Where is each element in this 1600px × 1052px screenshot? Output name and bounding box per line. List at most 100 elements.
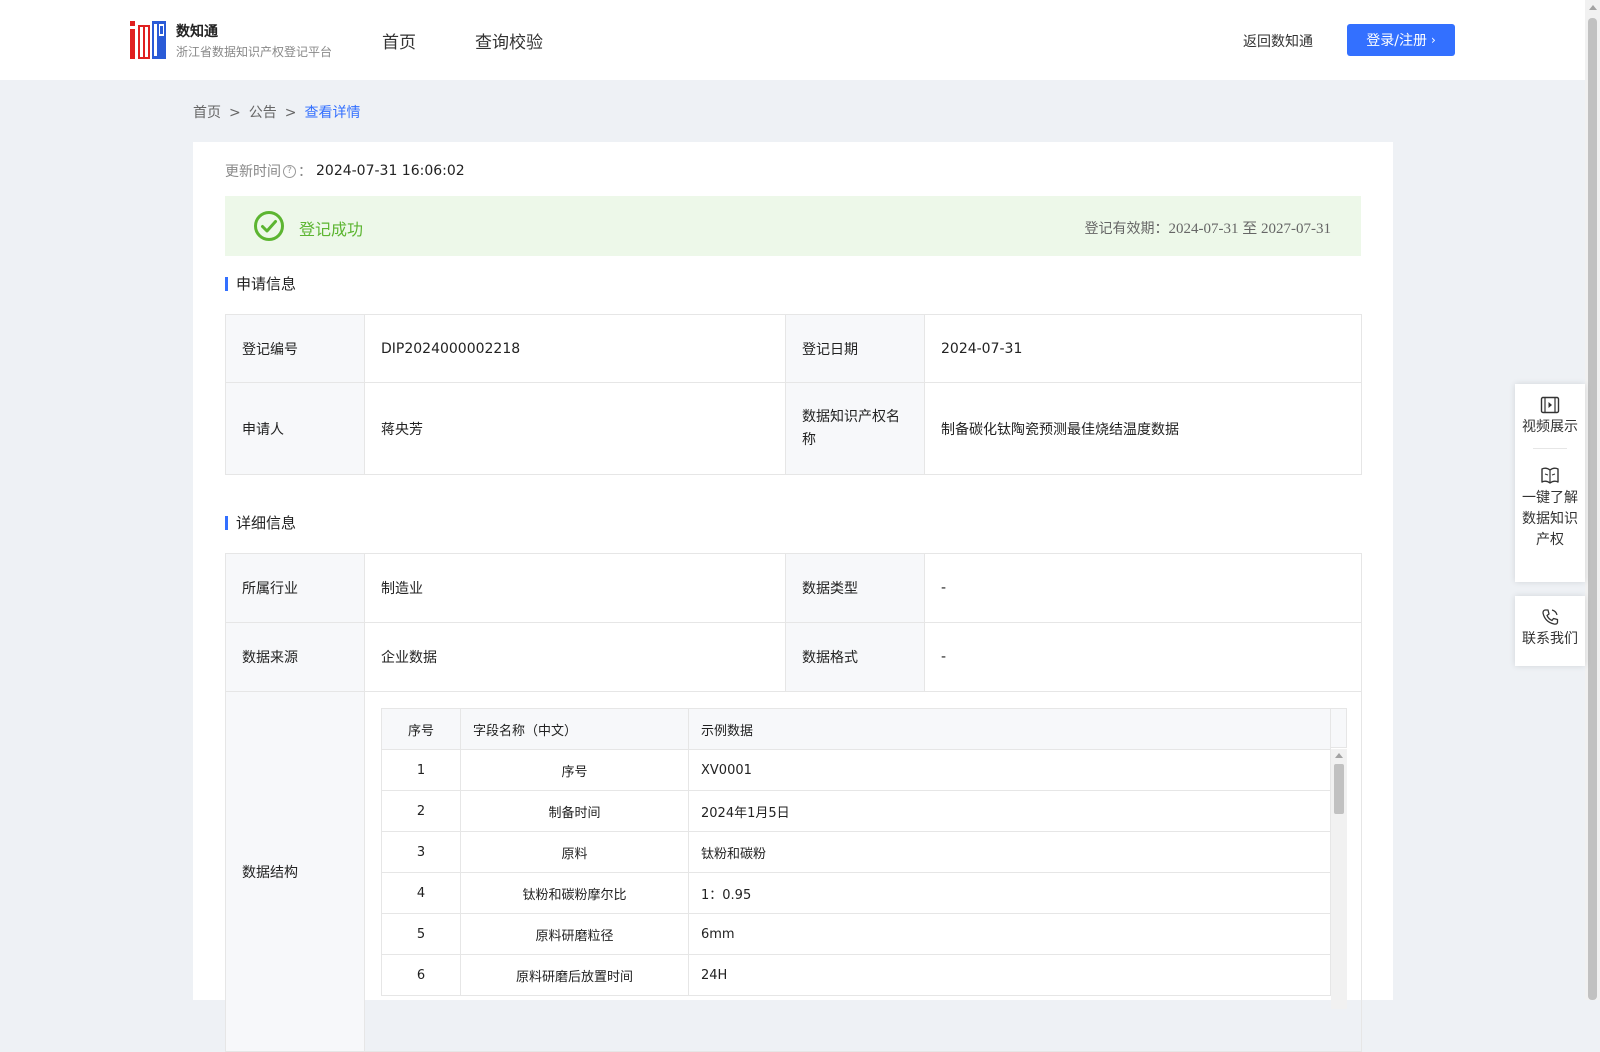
table-cell: 制备时间	[460, 790, 689, 832]
login-register-label: 登录/注册	[1366, 33, 1427, 49]
update-time-label: 更新时间	[225, 164, 281, 180]
video-showcase-label: 视频展示	[1522, 419, 1578, 435]
table-cell: 24H	[688, 954, 1331, 996]
learn-ip-button[interactable]: 一键了解数据知识产权	[1515, 449, 1585, 551]
field-label: 数据知识产权名称	[785, 382, 925, 475]
detail-card: 更新时间 ? ： 2024-07-31 16:06:02 登记成功 登记有效期：…	[193, 142, 1393, 1052]
scrollbar-thumb[interactable]	[1588, 18, 1597, 1000]
field-label: 数据结构	[225, 691, 365, 1052]
table-row: 数据结构 序号 字段名称（中文） 示例数据 1 序号 XV0001 2 制备时间…	[225, 691, 1362, 1052]
validity-period: 登记有效期：2024-07-31 至 2027-07-31	[1085, 217, 1331, 238]
scroll-up-arrow-icon[interactable]	[1589, 5, 1597, 10]
table-row: 1 序号 XV0001	[381, 749, 1331, 791]
table-cell: 5	[381, 913, 461, 955]
table-row: 所属行业 制造业 数据类型 -	[225, 553, 1362, 623]
field-value: -	[924, 553, 1362, 623]
field-label: 登记编号	[225, 314, 365, 383]
section-apply-info: 申请信息	[225, 273, 296, 294]
table-cell: 4	[381, 872, 461, 914]
section-marker	[225, 276, 228, 291]
table-row: 3 原料 钛粉和碳粉	[381, 831, 1331, 873]
login-register-button[interactable]: 登录/注册 ›	[1347, 24, 1455, 56]
table-cell: 原料研磨后放置时间	[460, 954, 689, 996]
table-cell: 钛粉和碳粉摩尔比	[460, 872, 689, 914]
table-row: 申请人 蒋央芳 数据知识产权名称 制备碳化钛陶瓷预测最佳烧结温度数据	[225, 382, 1362, 475]
update-time-value: 2024-07-31 16:06:02	[316, 163, 465, 179]
table-row: 5 原料研磨粒径 6mm	[381, 913, 1331, 955]
data-structure-table-wrapper: 序号 字段名称（中文） 示例数据 1 序号 XV0001 2 制备时间 2024…	[381, 708, 1347, 1009]
table-cell: XV0001	[688, 749, 1331, 791]
status-text: 登记成功	[299, 220, 364, 239]
breadcrumb-separator: >	[229, 105, 241, 121]
phone-icon	[1542, 609, 1559, 625]
update-time-row: 更新时间 ? ： 2024-07-31 16:06:02	[225, 161, 465, 181]
field-value: 企业数据	[364, 622, 786, 692]
logo-subtitle: 浙江省数据知识产权登记平台	[176, 45, 333, 59]
chevron-right-icon: ›	[1430, 33, 1436, 47]
table-cell: 1	[381, 749, 461, 791]
table-cell: 3	[381, 831, 461, 873]
field-label: 登记日期	[785, 314, 925, 383]
breadcrumb-home[interactable]: 首页	[193, 105, 221, 121]
breadcrumb: 首页 > 公告 > 查看详情	[193, 102, 360, 122]
back-to-shuzhitong-link[interactable]: 返回数知通	[1243, 31, 1313, 51]
logo-icon[interactable]	[130, 21, 166, 59]
table-header-filler	[1331, 708, 1347, 748]
data-structure-table: 序号 字段名称（中文） 示例数据 1 序号 XV0001 2 制备时间 2024…	[381, 708, 1331, 996]
table-row: 4 钛粉和碳粉摩尔比 1：0.95	[381, 872, 1331, 914]
table-cell: 2024年1月5日	[688, 790, 1331, 832]
table-cell: 序号	[460, 749, 689, 791]
validity-label: 登记有效期：	[1084, 221, 1169, 237]
field-value: 蒋央芳	[364, 382, 786, 475]
video-showcase-button[interactable]: 视频展示	[1515, 384, 1585, 438]
table-row: 6 原料研磨后放置时间 24H	[381, 954, 1331, 996]
table-cell: 6mm	[688, 913, 1331, 955]
update-time-colon: ：	[298, 164, 312, 180]
table-cell: 2	[381, 790, 461, 832]
contact-us-label: 联系我们	[1522, 631, 1578, 647]
field-value: DIP2024000002218	[364, 314, 786, 383]
validity-range: 2024-07-31 至 2027-07-31	[1168, 221, 1331, 237]
breadcrumb-current: 查看详情	[304, 105, 361, 121]
field-value: 制造业	[364, 553, 786, 623]
section-title: 详细信息	[236, 514, 297, 532]
field-value: -	[924, 622, 1362, 692]
side-help-panel: 视频展示 一键了解数据知识产权	[1515, 384, 1585, 582]
field-label: 数据格式	[785, 622, 925, 692]
column-header: 示例数据	[688, 708, 1331, 750]
table-cell: 原料	[460, 831, 689, 873]
detail-info-table: 所属行业 制造业 数据类型 - 数据来源 企业数据 数据格式 - 数据结构 序号…	[225, 553, 1362, 1052]
question-icon[interactable]: ?	[283, 164, 296, 178]
field-label: 申请人	[225, 382, 365, 475]
scroll-up-arrow-icon[interactable]	[1335, 753, 1343, 758]
book-icon	[1541, 467, 1559, 484]
field-label: 数据来源	[225, 622, 365, 692]
learn-ip-label: 一键了解数据知识产权	[1522, 490, 1578, 548]
table-cell: 钛粉和碳粉	[688, 831, 1331, 873]
table-cell: 6	[381, 954, 461, 996]
top-header: 数知通 浙江省数据知识产权登记平台 首页 查询校验 返回数知通 登录/注册 ›	[0, 0, 1585, 80]
field-label: 数据类型	[785, 553, 925, 623]
table-scrollbar-thumb[interactable]	[1334, 764, 1344, 814]
data-structure-cell: 序号 字段名称（中文） 示例数据 1 序号 XV0001 2 制备时间 2024…	[364, 691, 1362, 1052]
section-marker	[225, 515, 228, 530]
video-icon	[1540, 396, 1560, 414]
page-scrollbar[interactable]	[1585, 0, 1600, 1000]
table-scrollbar[interactable]	[1331, 749, 1347, 1009]
field-value: 2024-07-31	[924, 314, 1362, 383]
column-header: 字段名称（中文）	[460, 708, 689, 750]
field-label: 所属行业	[225, 553, 365, 623]
breadcrumb-announcement[interactable]: 公告	[249, 105, 277, 121]
registration-status-bar: 登记成功 登记有效期：2024-07-31 至 2027-07-31	[225, 196, 1361, 256]
table-cell: 原料研磨粒径	[460, 913, 689, 955]
table-row: 2 制备时间 2024年1月5日	[381, 790, 1331, 832]
table-cell: 1：0.95	[688, 872, 1331, 914]
section-title: 申请信息	[236, 275, 297, 293]
section-detail-info: 详细信息	[225, 512, 296, 533]
apply-info-table: 登记编号 DIP2024000002218 登记日期 2024-07-31 申请…	[225, 314, 1362, 475]
nav-home[interactable]: 首页	[382, 28, 416, 53]
contact-us-button[interactable]: 联系我们	[1515, 596, 1585, 650]
column-header: 序号	[381, 708, 461, 750]
nav-query-verify[interactable]: 查询校验	[475, 28, 543, 53]
table-row: 登记编号 DIP2024000002218 登记日期 2024-07-31	[225, 314, 1362, 383]
